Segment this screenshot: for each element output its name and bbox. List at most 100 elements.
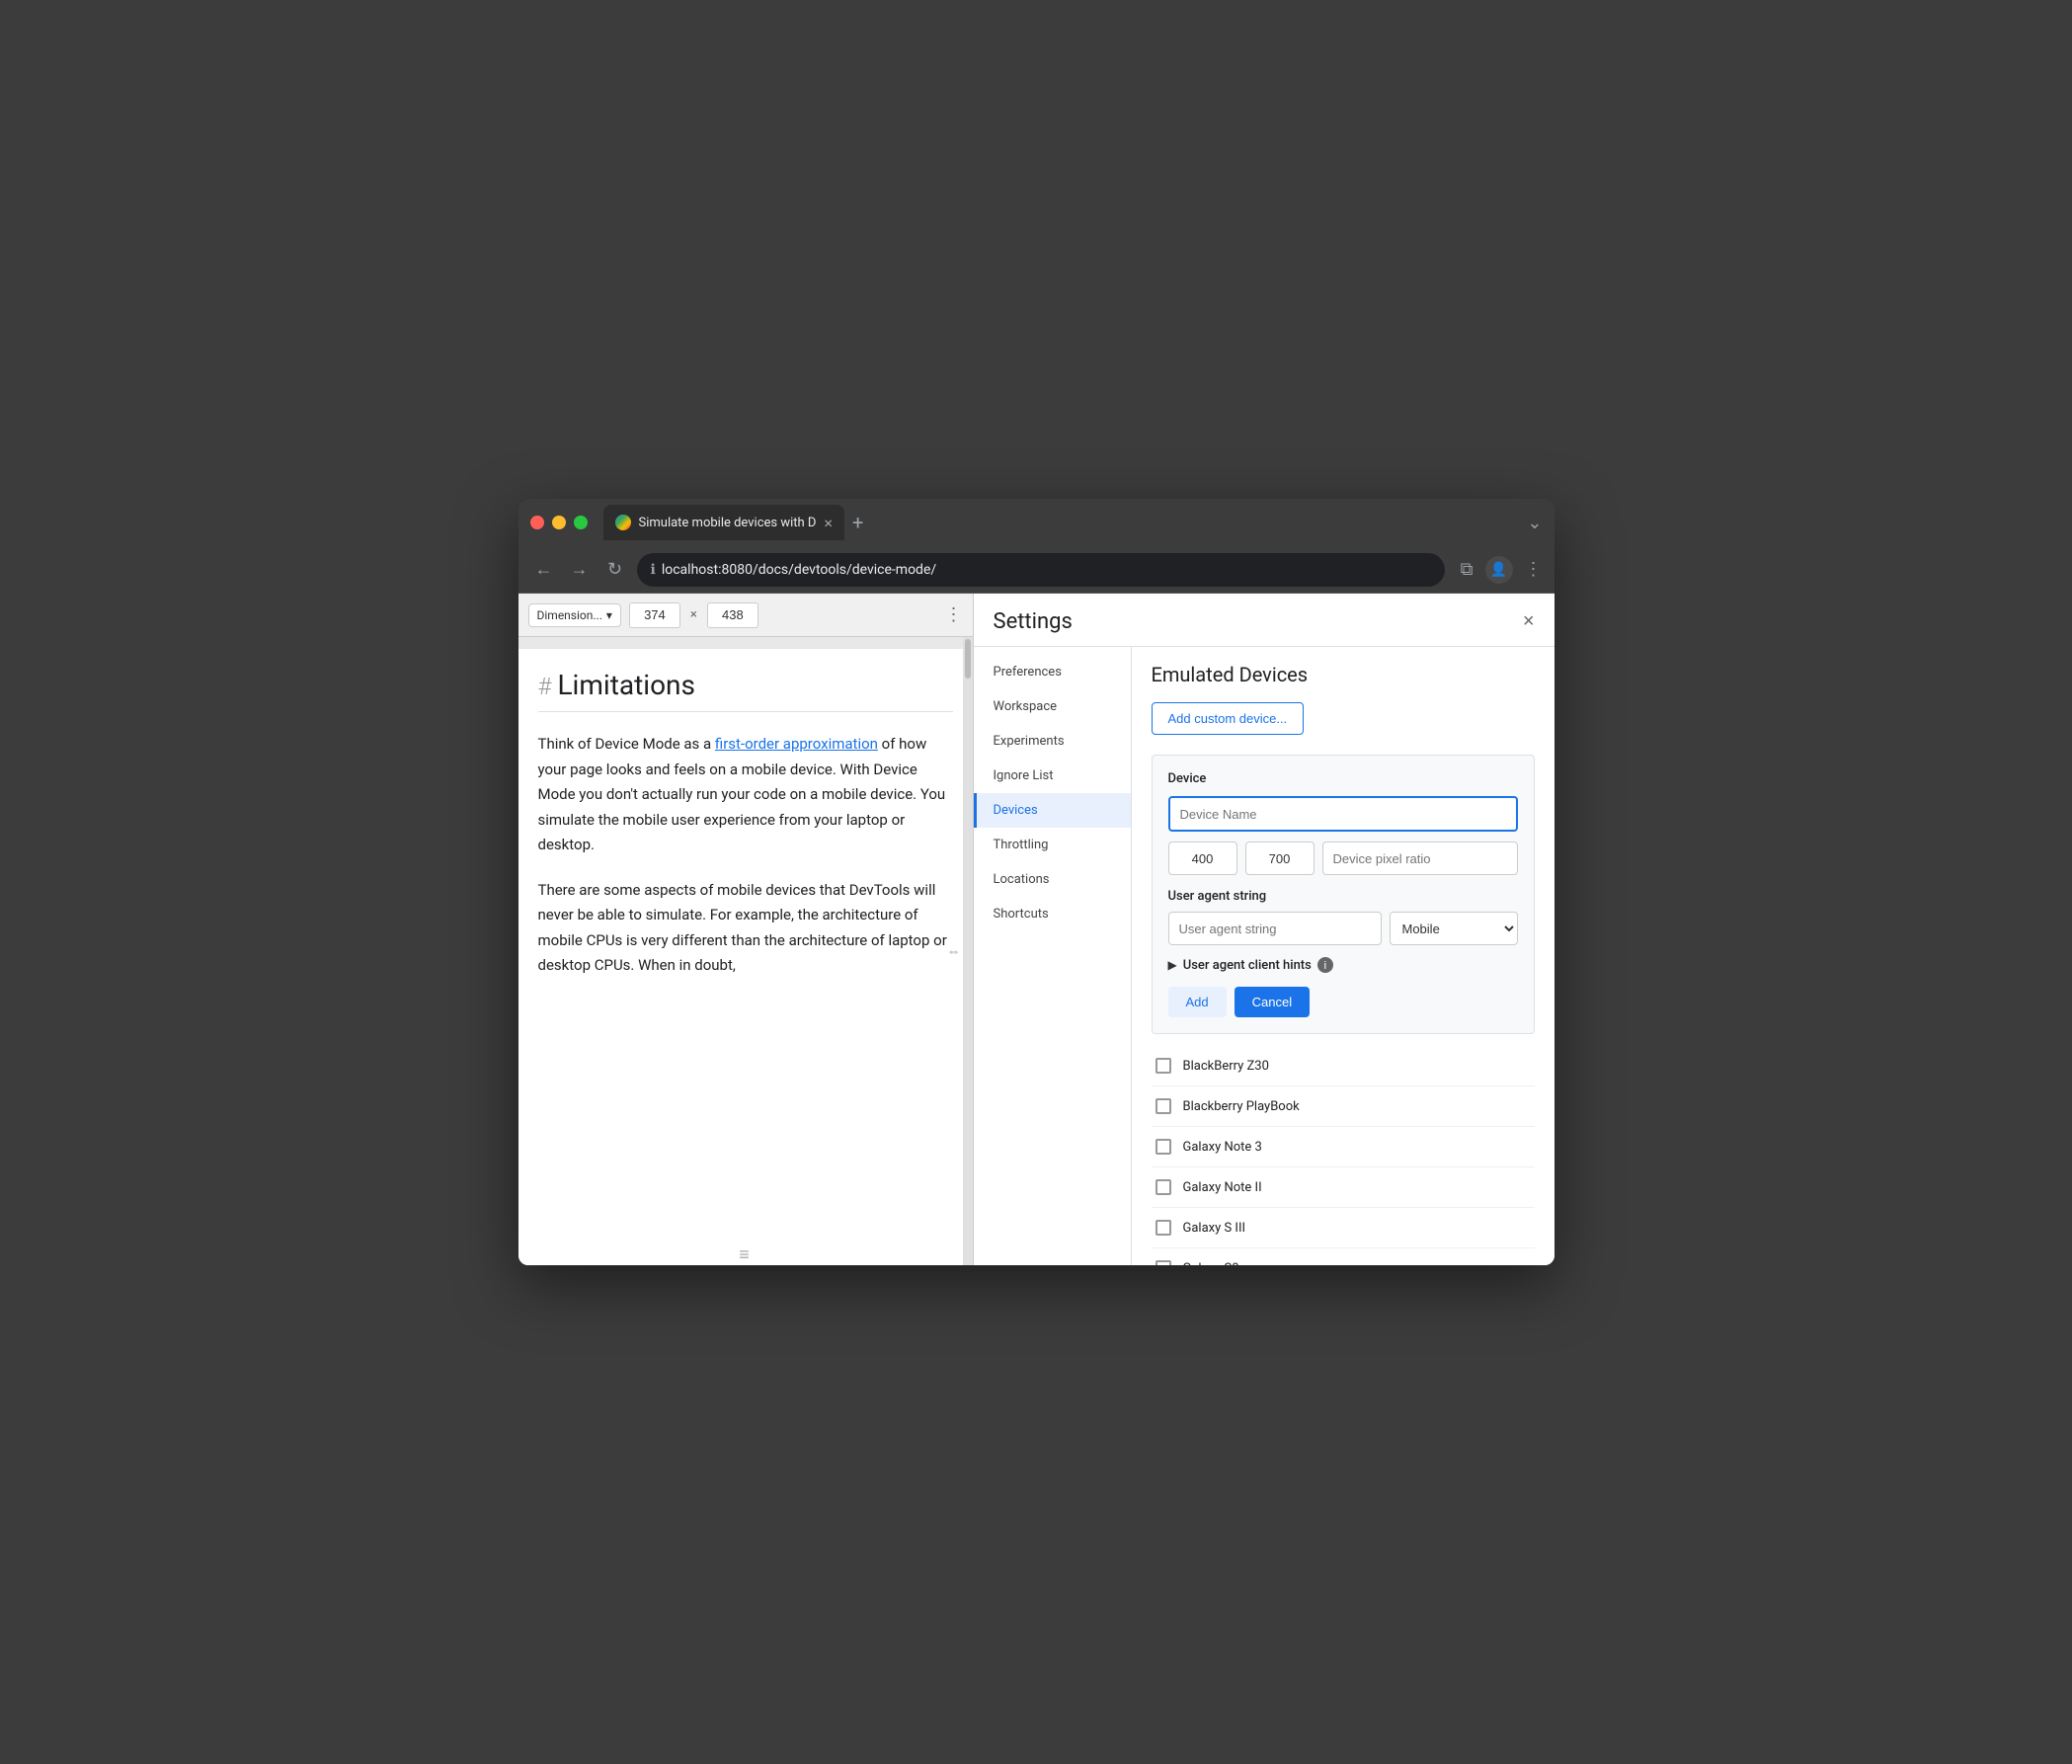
sidebar-item-ignore-list[interactable]: Ignore List xyxy=(974,759,1131,793)
paragraph-1: Think of Device Mode as a first-order ap… xyxy=(538,732,953,858)
device-width-input[interactable] xyxy=(1168,842,1237,875)
height-input[interactable] xyxy=(707,602,758,628)
url-host: localhost xyxy=(662,562,718,578)
page-heading: #Limitations xyxy=(538,669,953,712)
sidebar-item-preferences[interactable]: Preferences xyxy=(974,655,1131,689)
back-button[interactable]: ← xyxy=(530,556,558,584)
minimize-traffic-light[interactable] xyxy=(552,516,566,529)
settings-content: Emulated Devices Add custom device... De… xyxy=(1132,647,1554,1265)
split-screen-icon[interactable]: ⧉ xyxy=(1461,559,1474,580)
list-item: Blackberry PlayBook xyxy=(1152,1086,1535,1127)
dropdown-arrow-icon: ▾ xyxy=(606,608,612,622)
scroll-indicator[interactable] xyxy=(963,637,973,1265)
dimension-select[interactable]: Dimension... ▾ xyxy=(528,603,621,627)
width-input[interactable] xyxy=(629,602,680,628)
tab-favicon xyxy=(615,515,631,530)
reload-button[interactable]: ↻ xyxy=(601,556,629,584)
new-tab-button[interactable]: + xyxy=(852,511,863,534)
devtools-toolbar: Dimension... ▾ × ⋮ xyxy=(518,594,973,637)
more-menu-icon[interactable]: ⋮ xyxy=(1525,559,1543,580)
device-name-input[interactable] xyxy=(1168,796,1518,832)
hints-label: User agent client hints xyxy=(1183,958,1312,973)
info-icon: ℹ xyxy=(651,562,656,578)
close-traffic-light[interactable] xyxy=(530,516,544,529)
dimension-label: Dimension... xyxy=(537,608,602,622)
device-height-input[interactable] xyxy=(1245,842,1315,875)
device-section-label: Device xyxy=(1168,771,1518,786)
settings-body: Preferences Workspace Experiments Ignore… xyxy=(974,647,1554,1265)
heading-hash: # xyxy=(538,673,552,700)
guest-icon: 👤 xyxy=(1490,562,1507,578)
toolbar-more-icon[interactable]: ⋮ xyxy=(945,604,963,625)
user-agent-select[interactable]: Mobile Desktop Tablet xyxy=(1390,912,1518,945)
list-item: Galaxy S III xyxy=(1152,1208,1535,1248)
first-order-link[interactable]: first-order approximation xyxy=(715,735,878,753)
settings-sidebar: Preferences Workspace Experiments Ignore… xyxy=(974,647,1132,1265)
hints-expand-icon[interactable]: ▶ xyxy=(1168,958,1177,972)
url-bar[interactable]: ℹ localhost:8080/docs/devtools/device-mo… xyxy=(637,553,1445,587)
device-list: BlackBerry Z30 Blackberry PlayBook Galax… xyxy=(1152,1046,1535,1265)
list-item: BlackBerry Z30 xyxy=(1152,1046,1535,1086)
browser-content: Dimension... ▾ × ⋮ #Limitations xyxy=(518,594,1554,1265)
device-checkbox-blackberry-playbook[interactable] xyxy=(1156,1098,1171,1114)
list-item: Galaxy Note 3 xyxy=(1152,1127,1535,1167)
sidebar-item-locations[interactable]: Locations xyxy=(974,862,1131,897)
device-checkbox-blackberry-z30[interactable] xyxy=(1156,1058,1171,1074)
paragraph-2: There are some aspects of mobile devices… xyxy=(538,878,953,979)
device-form: Device User agent string Mobile xyxy=(1152,755,1535,1034)
sidebar-item-throttling[interactable]: Throttling xyxy=(974,828,1131,862)
emulated-devices-title: Emulated Devices xyxy=(1152,663,1535,686)
sidebar-item-shortcuts[interactable]: Shortcuts xyxy=(974,897,1131,931)
form-actions: Add Cancel xyxy=(1168,987,1518,1017)
device-checkbox-galaxy-note2[interactable] xyxy=(1156,1179,1171,1195)
traffic-lights xyxy=(530,516,588,529)
avatar[interactable]: 👤 xyxy=(1485,556,1513,584)
forward-button[interactable]: → xyxy=(566,556,594,584)
device-dimensions-row xyxy=(1168,842,1518,875)
active-tab[interactable]: Simulate mobile devices with D × xyxy=(603,505,844,540)
device-checkbox-galaxy-note3[interactable] xyxy=(1156,1139,1171,1155)
list-item: Galaxy S8 xyxy=(1152,1248,1535,1265)
device-item-name: Galaxy Note II xyxy=(1183,1180,1262,1195)
settings-header: Settings × xyxy=(974,594,1554,647)
drag-handle-bottom-icon[interactable]: ≡ xyxy=(739,1244,752,1265)
url-text: localhost:8080/docs/devtools/device-mode… xyxy=(662,562,936,578)
user-agent-input[interactable] xyxy=(1168,912,1382,945)
device-checkbox-galaxy-s3[interactable] xyxy=(1156,1220,1171,1236)
scroll-thumb xyxy=(965,639,971,679)
browser-window: Simulate mobile devices with D × + ⌄ ← →… xyxy=(518,499,1554,1265)
browser-icons: ⧉ 👤 ⋮ xyxy=(1461,556,1543,584)
webpage-panel: Dimension... ▾ × ⋮ #Limitations xyxy=(518,594,974,1265)
sidebar-item-workspace[interactable]: Workspace xyxy=(974,689,1131,724)
tab-title: Simulate mobile devices with D xyxy=(639,516,817,530)
sidebar-item-devices[interactable]: Devices xyxy=(974,793,1131,828)
cancel-button[interactable]: Cancel xyxy=(1235,987,1310,1017)
tab-close-icon[interactable]: × xyxy=(824,514,833,532)
page-content: #Limitations Think of Device Mode as a f… xyxy=(518,649,973,1265)
address-bar: ← → ↻ ℹ localhost:8080/docs/devtools/dev… xyxy=(518,546,1554,594)
user-agent-row: Mobile Desktop Tablet xyxy=(1168,912,1518,945)
device-item-name: Galaxy Note 3 xyxy=(1183,1140,1262,1155)
device-checkbox-galaxy-s8[interactable] xyxy=(1156,1260,1171,1265)
user-agent-label: User agent string xyxy=(1168,889,1518,904)
url-path: :8080/docs/devtools/device-mode/ xyxy=(718,562,936,578)
tab-bar: Simulate mobile devices with D × + xyxy=(603,505,1520,540)
device-item-name: Blackberry PlayBook xyxy=(1183,1099,1300,1114)
side-resize-handle[interactable]: ⇔ xyxy=(947,943,961,960)
titlebar: Simulate mobile devices with D × + ⌄ xyxy=(518,499,1554,546)
settings-close-button[interactable]: × xyxy=(1523,610,1535,633)
device-item-name: Galaxy S8 xyxy=(1183,1261,1239,1266)
list-item: Galaxy Note II xyxy=(1152,1167,1535,1208)
page-scroll-area: #Limitations Think of Device Mode as a f… xyxy=(518,637,973,1265)
device-item-name: Galaxy S III xyxy=(1183,1221,1246,1236)
sidebar-item-experiments[interactable]: Experiments xyxy=(974,724,1131,759)
device-pixel-ratio-input[interactable] xyxy=(1322,842,1518,875)
hints-info-icon[interactable]: i xyxy=(1317,957,1333,973)
maximize-traffic-light[interactable] xyxy=(574,516,588,529)
add-button[interactable]: Add xyxy=(1168,987,1227,1017)
user-agent-hints-row: ▶ User agent client hints i xyxy=(1168,957,1518,973)
settings-title: Settings xyxy=(994,609,1073,634)
dimension-x-separator: × xyxy=(690,607,697,622)
add-custom-device-button[interactable]: Add custom device... xyxy=(1152,702,1305,735)
window-controls: ⌄ xyxy=(1527,513,1542,533)
